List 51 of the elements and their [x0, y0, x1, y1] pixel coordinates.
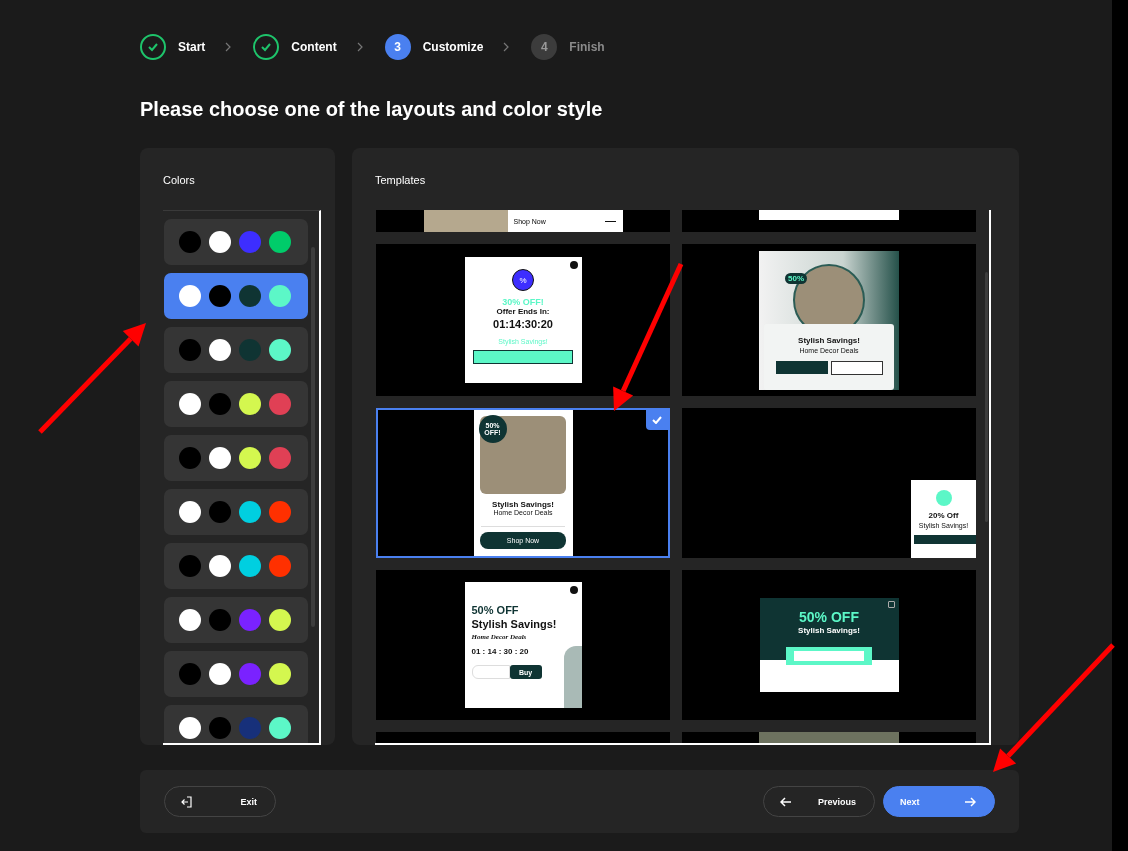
- color-palette-option[interactable]: [164, 651, 308, 697]
- page-title: Please choose one of the layouts and color style: [140, 98, 604, 122]
- discount-headline: 50% OFF: [471, 604, 519, 616]
- arrow-right-icon: [964, 796, 976, 807]
- template-option[interactable]: 50% OFF Stylish Savings!: [682, 570, 976, 720]
- step-number: 3: [384, 34, 411, 60]
- close-icon: [887, 601, 895, 608]
- step-label: Content: [291, 40, 337, 54]
- decline-button: [830, 360, 883, 375]
- headline-text: Stylish Savings!: [492, 500, 554, 509]
- close-icon: [569, 586, 578, 594]
- chevron-right-icon: [356, 42, 363, 52]
- countdown-timer: 01 : 14 : 30 : 20: [471, 647, 529, 656]
- next-button[interactable]: Next: [883, 786, 995, 817]
- arrow-left-icon: [780, 796, 792, 807]
- exit-icon: [181, 795, 193, 808]
- color-palette-option[interactable]: [164, 705, 308, 743]
- headline-text: Stylish Savings!: [798, 335, 860, 345]
- countdown-timer: 01:14:30:20: [493, 318, 553, 330]
- gift-icon: [935, 490, 952, 506]
- chevron-right-icon: [503, 42, 510, 52]
- discount-headline: 20% Off: [928, 511, 959, 520]
- scrollbar[interactable]: [985, 272, 988, 522]
- headline-text: Stylish Savings!: [471, 618, 557, 630]
- email-field: [471, 665, 510, 679]
- chevron-right-icon: [225, 42, 232, 52]
- step-label: Customize: [422, 40, 484, 54]
- step-number: 4: [531, 34, 558, 60]
- color-palette-option[interactable]: [164, 219, 308, 265]
- color-palette-option[interactable]: [164, 543, 308, 589]
- percent-badge: %: [512, 269, 534, 291]
- template-option[interactable]: [682, 210, 976, 232]
- close-icon: [569, 261, 578, 269]
- step-label: Start: [178, 40, 206, 54]
- color-palette-option[interactable]: [164, 597, 308, 643]
- cta-button: [775, 360, 828, 374]
- color-palette-option[interactable]: [164, 327, 308, 373]
- headline-text: Stylish Savings!: [798, 626, 860, 635]
- step-label: Finish: [569, 40, 605, 54]
- color-palette-option[interactable]: [164, 435, 308, 481]
- offer-text: Offer Ends In:: [496, 307, 550, 316]
- color-palette-option[interactable]: [164, 273, 308, 319]
- check-icon: [646, 410, 668, 430]
- color-palette-option[interactable]: [164, 489, 308, 535]
- panel-heading: Colors: [163, 174, 196, 186]
- panel-heading: Templates: [375, 174, 427, 186]
- color-palette-option[interactable]: [164, 381, 308, 427]
- discount-headline: 50% OFF: [799, 609, 859, 625]
- cta-button: [914, 535, 976, 544]
- discount-headline: 30% OFF!: [502, 297, 544, 307]
- discount-badge: 50%: [785, 272, 807, 284]
